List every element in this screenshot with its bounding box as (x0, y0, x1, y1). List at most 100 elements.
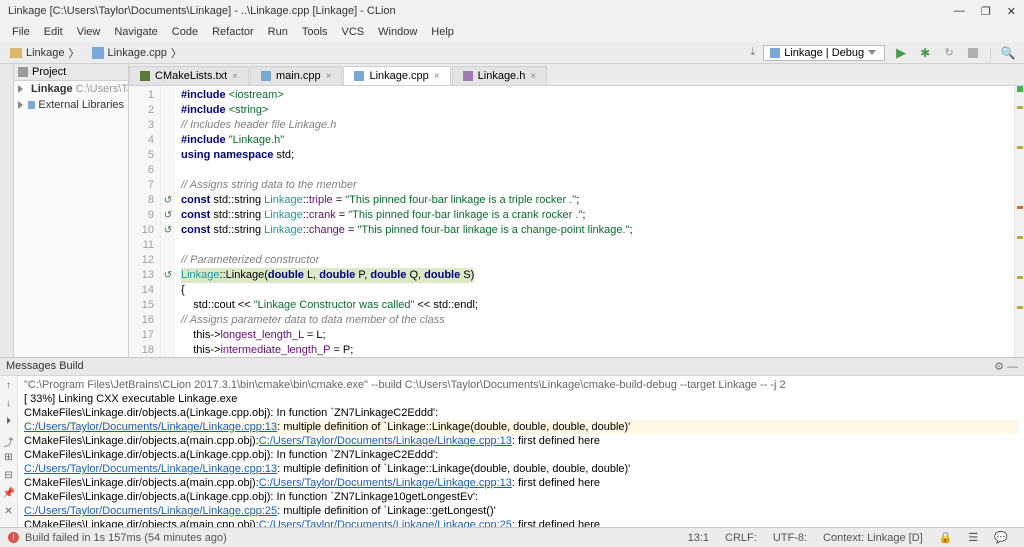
stop-icon (968, 48, 978, 58)
project-root[interactable]: Linkage C:\Users\Taylor\Do (14, 81, 128, 97)
messages-tool-window: Messages Build ⚙ — ↑ ↓ ⏵ ⤴ ⊞ ⊟ 📌 ✕ "C:\P… (0, 357, 1024, 527)
collapse-icon[interactable]: ⊟ (3, 470, 15, 482)
nav-bar: Linkage 〉 Linkage.cpp 〉 ⤓ Linkage | Debu… (0, 42, 1024, 64)
close-messages-icon[interactable]: ✕ (3, 506, 15, 518)
context-label[interactable]: Context: Linkage [D] (815, 532, 931, 544)
menu-refactor[interactable]: Refactor (206, 24, 260, 40)
breadcrumb-file-label: Linkage.cpp (108, 47, 167, 59)
warning-marker[interactable] (1017, 276, 1023, 279)
folder-icon (10, 48, 22, 58)
filter-icon[interactable]: ⏵ (3, 416, 15, 428)
line-separator[interactable]: CRLF: (717, 532, 765, 544)
menu-vcs[interactable]: VCS (336, 24, 371, 40)
project-icon (18, 67, 28, 77)
close-tab-icon[interactable]: × (434, 71, 440, 82)
build-status-label[interactable]: Build failed in 1s 157ms (54 minutes ago… (25, 532, 227, 544)
chevron-down-icon (868, 50, 876, 55)
caret-position[interactable]: 13:1 (680, 532, 717, 544)
error-marker[interactable] (1017, 206, 1023, 209)
chevron-right-icon: 〉 (171, 45, 182, 61)
expand-icon[interactable]: ⊞ (3, 452, 15, 464)
close-tab-icon[interactable]: × (530, 71, 536, 82)
rerun-icon[interactable]: ↑ (3, 380, 15, 392)
menu-edit[interactable]: Edit (38, 24, 69, 40)
build-icon[interactable]: ⤓ (750, 46, 755, 59)
cmake-file-icon (140, 71, 150, 81)
menu-run[interactable]: Run (262, 24, 294, 40)
run-config-label: Linkage | Debug (784, 47, 864, 59)
run-button[interactable]: ▶ (893, 45, 909, 61)
library-icon (28, 101, 35, 109)
cpp-file-icon (354, 71, 364, 81)
breadcrumb-file[interactable]: Linkage.cpp 〉 (86, 45, 188, 61)
title-bar: Linkage [C:\Users\Taylor\Documents\Linka… (0, 0, 1024, 22)
chevron-right-icon (18, 101, 23, 109)
override-marker-icon[interactable]: ↺ (161, 223, 175, 238)
menu-tools[interactable]: Tools (296, 24, 334, 40)
menu-bar: File Edit View Navigate Code Refactor Ru… (0, 22, 1024, 42)
error-stripe[interactable] (1014, 86, 1024, 357)
marker-gutter[interactable]: ↺ ↺ ↺ ↺ ↺ (161, 86, 175, 357)
export-icon[interactable]: ⤴ (3, 434, 15, 446)
external-libraries-label: External Libraries (38, 99, 124, 111)
menu-window[interactable]: Window (372, 24, 423, 40)
tab-cmakelists[interactable]: CMakeLists.txt × (129, 66, 249, 85)
bug-icon: ✱ (920, 46, 930, 60)
project-header[interactable]: Project (14, 64, 128, 81)
inspector-icon[interactable]: ☰ (960, 531, 986, 544)
override-marker-icon[interactable]: ↺ (161, 268, 175, 283)
external-libraries[interactable]: External Libraries (14, 97, 128, 113)
left-tool-strip[interactable] (0, 64, 14, 357)
code-body[interactable]: #include <iostream> #include <string> //… (175, 86, 1014, 357)
error-status-icon[interactable]: ! (8, 532, 19, 543)
down-icon[interactable]: ↓ (3, 398, 15, 410)
h-file-icon (463, 71, 473, 81)
project-header-label: Project (32, 66, 66, 78)
close-tab-icon[interactable]: × (232, 71, 238, 82)
breadcrumb-folder-label: Linkage (26, 47, 65, 59)
warning-marker[interactable] (1017, 236, 1023, 239)
tab-label: CMakeLists.txt (155, 70, 227, 82)
chevron-right-icon (18, 85, 23, 93)
minimize-icon[interactable]: — (954, 5, 965, 18)
run-config-selector[interactable]: Linkage | Debug (763, 45, 885, 61)
cpp-file-icon (261, 71, 271, 81)
tab-linkage-h[interactable]: Linkage.h× (452, 66, 548, 85)
menu-view[interactable]: View (71, 24, 107, 40)
warning-marker[interactable] (1017, 106, 1023, 109)
file-encoding[interactable]: UTF-8: (765, 532, 815, 544)
notifications-icon[interactable]: 💬 (986, 531, 1016, 544)
menu-help[interactable]: Help (425, 24, 460, 40)
warning-marker[interactable] (1017, 306, 1023, 309)
close-icon[interactable]: ✕ (1007, 5, 1016, 18)
menu-code[interactable]: Code (166, 24, 204, 40)
override-marker-icon[interactable]: ↺ (161, 208, 175, 223)
breadcrumb-folder[interactable]: Linkage 〉 (4, 45, 86, 61)
search-everywhere-button[interactable]: 🔍 (1000, 45, 1016, 61)
line-gutter[interactable]: 1 2 3 4 5 6 7 8 9 10 11 12 13 14 15 16 1… (129, 86, 161, 357)
messages-header[interactable]: Messages Build ⚙ — (0, 358, 1024, 376)
stop-button[interactable] (965, 45, 981, 61)
editor-tabs: CMakeLists.txt × main.cpp× Linkage.cpp× L… (129, 64, 1024, 86)
tab-linkage-cpp[interactable]: Linkage.cpp× (343, 66, 450, 85)
window-title: Linkage [C:\Users\Taylor\Documents\Linka… (8, 5, 954, 17)
maximize-icon[interactable]: ❐ (981, 5, 991, 18)
search-icon: 🔍 (1001, 46, 1016, 60)
status-bar: ! Build failed in 1s 157ms (54 minutes a… (0, 527, 1024, 547)
coverage-button[interactable]: ↻ (941, 45, 957, 61)
lock-icon[interactable]: 🔒 (931, 531, 961, 544)
close-tab-icon[interactable]: × (326, 71, 332, 82)
pin-icon[interactable]: 📌 (3, 488, 15, 500)
warning-marker[interactable] (1017, 146, 1023, 149)
project-tool-window[interactable]: Project Linkage C:\Users\Taylor\Do Exter… (14, 64, 129, 357)
tab-main-cpp[interactable]: main.cpp× (250, 66, 342, 85)
menu-navigate[interactable]: Navigate (108, 24, 163, 40)
messages-output[interactable]: "C:\Program Files\JetBrains\CLion 2017.3… (18, 376, 1024, 527)
code-editor[interactable]: 1 2 3 4 5 6 7 8 9 10 11 12 13 14 15 16 1… (129, 86, 1024, 357)
messages-header-label: Messages Build (6, 360, 84, 373)
debug-button[interactable]: ✱ (917, 45, 933, 61)
messages-settings-icon[interactable]: ⚙ — (994, 360, 1018, 373)
override-marker-icon[interactable]: ↺ (161, 193, 175, 208)
menu-file[interactable]: File (6, 24, 36, 40)
run-config-icon (770, 48, 780, 58)
